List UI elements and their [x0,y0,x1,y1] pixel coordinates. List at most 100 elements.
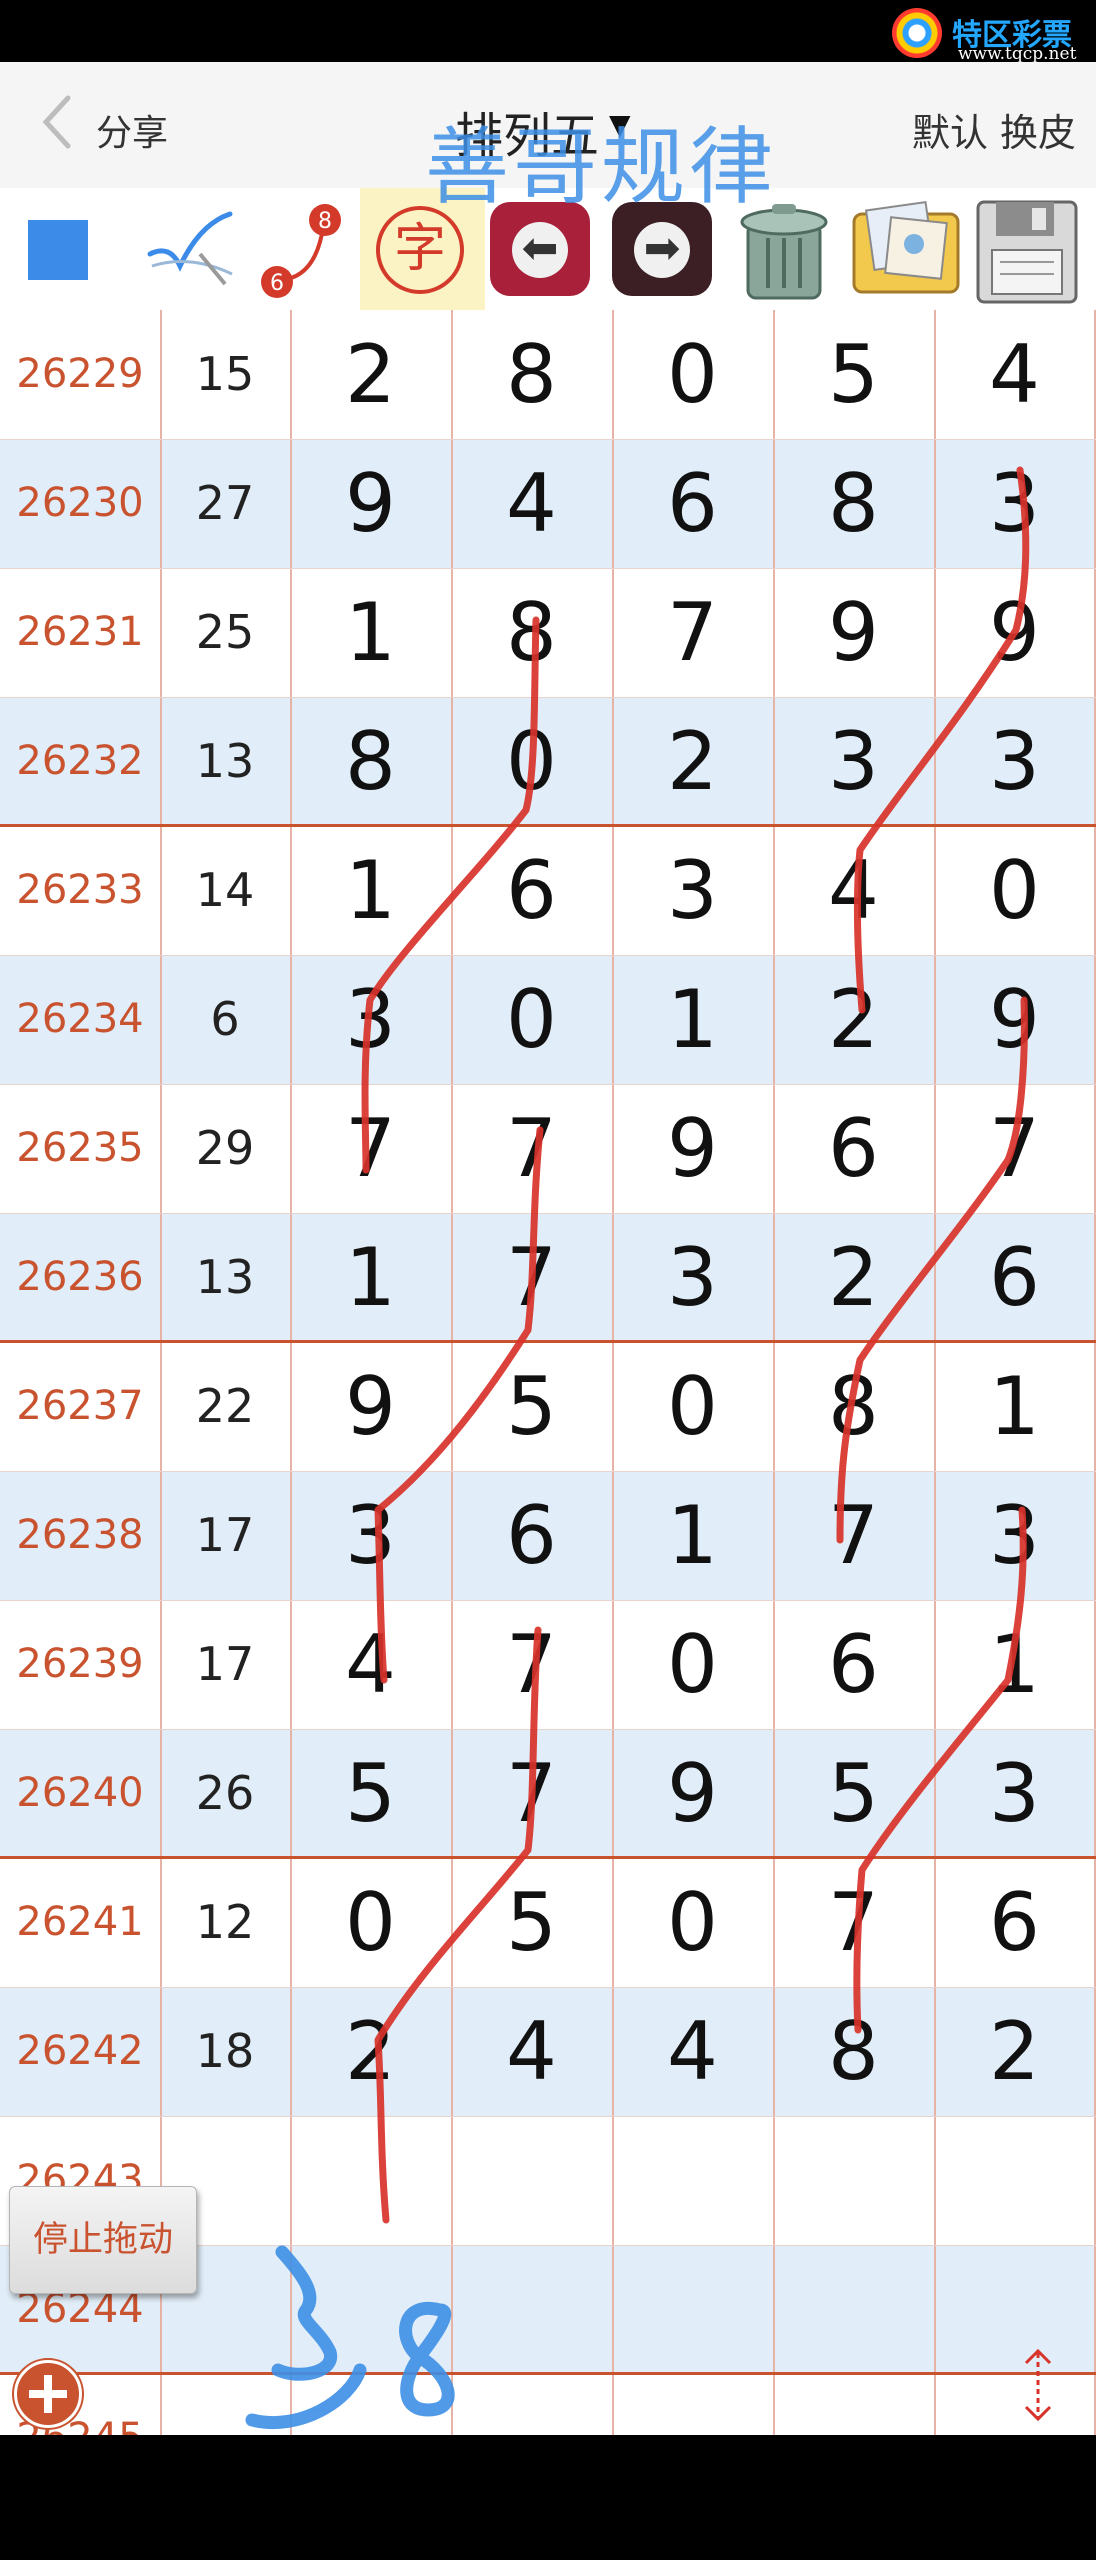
digit-cell[interactable]: 0 [290,1858,451,1987]
digit-cell[interactable] [934,2245,1095,2374]
digit-cell[interactable]: 7 [451,1084,612,1213]
digit-cell[interactable]: 8 [773,439,934,568]
digit-cell[interactable]: 1 [934,1342,1095,1471]
curve-connect-icon[interactable]: 8 6 [255,198,350,298]
digit-cell[interactable]: 2 [934,1987,1095,2116]
digit-cell[interactable]: 5 [773,310,934,439]
digit-cell[interactable] [934,2116,1095,2245]
digit-cell[interactable]: 9 [934,568,1095,697]
share-button[interactable]: 分享 [96,104,168,156]
default-button[interactable]: 默认 [912,102,988,157]
digit-cell[interactable]: 7 [773,1858,934,1987]
digit-cell[interactable]: 7 [934,1084,1095,1213]
digit-cell[interactable]: 4 [934,310,1095,439]
digit-cell[interactable]: 3 [290,955,451,1084]
digit-cell[interactable]: 9 [612,1084,773,1213]
digit-cell[interactable]: 2 [612,697,773,826]
digit-cell[interactable]: 1 [612,955,773,1084]
blue-square-icon[interactable] [28,220,88,280]
digit-cell[interactable]: 2 [290,310,451,439]
digit-cell[interactable]: 6 [773,1600,934,1729]
row-divider [0,568,1096,569]
digit-cell[interactable]: 4 [773,826,934,955]
digit-cell[interactable]: 3 [612,1213,773,1342]
digit-cell[interactable]: 2 [773,955,934,1084]
digit-cell[interactable] [773,2116,934,2245]
digit-cell[interactable]: 5 [290,1729,451,1858]
digit-cell[interactable]: 0 [612,1600,773,1729]
save-floppy-icon[interactable] [972,196,1082,308]
digit-cell[interactable]: 9 [612,1729,773,1858]
digit-cell[interactable]: 9 [290,439,451,568]
digit-cell[interactable]: 8 [773,1342,934,1471]
add-icon[interactable] [14,2360,82,2428]
digit-cell[interactable]: 0 [451,697,612,826]
digit-cell[interactable]: 4 [451,1987,612,2116]
digit-cell[interactable] [451,2374,612,2435]
digit-cell[interactable]: 9 [934,955,1095,1084]
digit-cell[interactable] [290,2374,451,2435]
digit-cell[interactable]: 8 [290,697,451,826]
digit-cell[interactable]: 6 [773,1084,934,1213]
digit-cell[interactable]: 0 [451,955,612,1084]
digit-cell[interactable]: 1 [290,1213,451,1342]
digit-cell[interactable]: 0 [612,1342,773,1471]
digit-cell[interactable]: 2 [773,1213,934,1342]
digit-cell[interactable]: 3 [934,1471,1095,1600]
digit-cell[interactable] [612,2374,773,2435]
digit-cell[interactable] [290,2116,451,2245]
digit-cell[interactable] [612,2245,773,2374]
digit-cell[interactable]: 5 [451,1858,612,1987]
digit-cell[interactable]: 7 [290,1084,451,1213]
digit-cell[interactable]: 5 [773,1729,934,1858]
badge-top: 8 [318,209,332,234]
digit-cell[interactable]: 7 [451,1213,612,1342]
digit-cell[interactable]: 1 [290,826,451,955]
digit-cell[interactable] [934,2374,1095,2435]
digit-cell[interactable] [451,2245,612,2374]
digit-cell[interactable] [290,2245,451,2374]
digit-cell[interactable]: 1 [934,1600,1095,1729]
digit-cell[interactable]: 3 [934,1729,1095,1858]
check-pen-icon[interactable] [140,204,240,294]
digit-cell[interactable]: 8 [451,568,612,697]
digit-cell[interactable]: 6 [612,439,773,568]
digit-cell[interactable]: 3 [290,1471,451,1600]
digit-cell[interactable]: 6 [934,1213,1095,1342]
digit-cell[interactable]: 8 [451,310,612,439]
digit-cell[interactable] [773,2245,934,2374]
digit-cell[interactable] [773,2374,934,2435]
digit-cell[interactable]: 7 [612,568,773,697]
digit-cell[interactable]: 1 [612,1471,773,1600]
digit-cell[interactable]: 6 [451,1471,612,1600]
pictures-icon[interactable] [848,200,964,300]
digit-cell[interactable]: 5 [451,1342,612,1471]
digit-cell[interactable]: 1 [290,568,451,697]
digit-cell[interactable] [612,2116,773,2245]
digit-cell[interactable]: 0 [934,826,1095,955]
digit-cell[interactable]: 9 [290,1342,451,1471]
digit-cell[interactable]: 0 [612,310,773,439]
digit-cell[interactable]: 4 [612,1987,773,2116]
digit-cell[interactable]: 3 [612,826,773,955]
digit-cell[interactable]: 3 [934,697,1095,826]
digit-cell[interactable]: 6 [451,826,612,955]
digit-cell[interactable]: 7 [773,1471,934,1600]
back-chevron-icon[interactable] [32,92,92,152]
digit-cell[interactable] [451,2116,612,2245]
digit-cell[interactable]: 2 [290,1987,451,2116]
row-divider [0,1084,1096,1085]
digit-cell[interactable]: 4 [290,1600,451,1729]
digit-cell[interactable]: 0 [612,1858,773,1987]
digit-cell[interactable]: 3 [773,697,934,826]
scroll-updown-icon[interactable] [1018,2345,1058,2425]
digit-cell[interactable]: 4 [451,439,612,568]
digit-cell[interactable]: 7 [451,1729,612,1858]
digit-cell[interactable]: 9 [773,568,934,697]
digit-cell[interactable]: 3 [934,439,1095,568]
digit-cell[interactable]: 6 [934,1858,1095,1987]
stop-drag-button[interactable]: 停止拖动 [9,2186,197,2294]
digit-cell[interactable]: 7 [451,1600,612,1729]
change-skin-button[interactable]: 换皮 [1000,102,1076,157]
digit-cell[interactable]: 8 [773,1987,934,2116]
